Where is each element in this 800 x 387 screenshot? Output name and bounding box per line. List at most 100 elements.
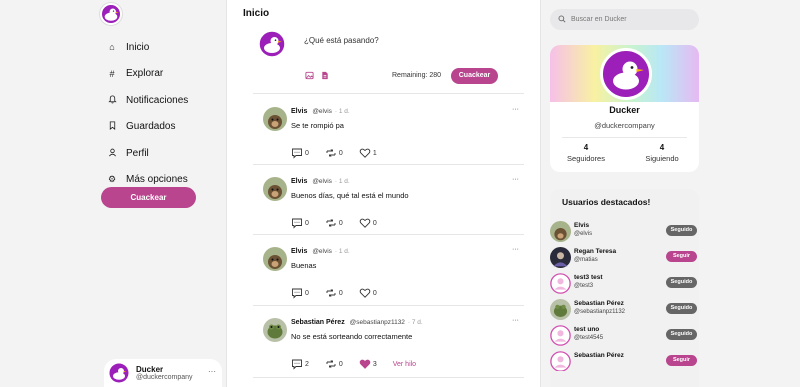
featured-user[interactable]: test3 test @test3 Seguido [550,271,699,297]
nav-item-guardados[interactable]: Guardados [106,114,188,141]
author-name[interactable]: Elvis [291,108,307,115]
repost-count: 0 [338,149,343,157]
follow-button[interactable]: Seguido [666,225,697,236]
post-button[interactable]: Cuackear [451,68,498,84]
author-handle[interactable]: @elvis [312,178,332,185]
featured-user[interactable]: Sebastian Pérez @sebastianpz1132 Seguido [550,297,699,323]
duck-icon [104,8,119,21]
nav-label: Inicio [126,41,150,53]
default-avatar [550,273,571,294]
following-label: Siguiendo [645,154,679,163]
avatar [550,247,571,268]
follow-button[interactable]: Seguir [666,355,697,366]
like-button[interactable]: 0 [359,217,377,229]
more-icon[interactable]: ··· [512,317,519,324]
comment-icon [292,359,302,370]
gear-icon: ⚙ [107,174,117,185]
compose-input[interactable]: ¿Qué está pasando? [304,36,379,45]
file-icon[interactable] [321,71,329,82]
view-thread-link[interactable]: Ver hilo [393,361,416,368]
repost-button[interactable]: 0 [325,147,343,159]
reply-button[interactable]: 0 [291,217,309,229]
repost-button[interactable]: 0 [325,217,343,229]
post-time: · 1 d. [334,108,350,115]
divider [253,93,524,94]
profile-name: Ducker [609,105,640,115]
reply-count: 0 [305,219,309,227]
default-avatar [550,351,571,371]
repost-icon [326,289,336,297]
post-header: Elvis @elvis · 1 d. [291,248,350,255]
image-icon[interactable] [305,71,314,82]
author-name[interactable]: Elvis [291,248,307,255]
follow-button[interactable]: Seguido [666,329,697,340]
reply-button[interactable]: 0 [291,147,309,159]
author-name[interactable]: Elvis [291,178,307,185]
reply-button[interactable]: 0 [291,287,309,299]
repost-button[interactable]: 0 [325,358,343,370]
feed: Inicio ¿Qué está pasando? Remaining: 280… [226,0,541,387]
ducker-logo[interactable] [100,3,122,25]
following-stat[interactable]: 4 Siguiendo [632,143,692,163]
like-button[interactable]: 1 [359,147,377,159]
left-sidebar: ⌂ Inicio # Explorar Notificaciones Guard… [0,0,226,387]
featured-user[interactable]: Regan Teresa @matias Seguir [550,245,699,271]
reply-button[interactable]: 2 [291,358,309,370]
featured-user[interactable]: Sebastian Pérez Seguir [550,349,699,371]
heart-filled-icon [359,359,371,369]
post-item[interactable]: Sebastian Pérez @sebastianpz1132 · 7 d. … [263,315,525,377]
user-name: test3 test [574,274,603,281]
author-name[interactable]: Sebastian Pérez [291,319,345,326]
nav-item-notificaciones[interactable]: Notificaciones [106,87,188,114]
nav-label: Más opciones [126,174,188,186]
post-item[interactable]: Elvis @elvis · 1 d. ··· Se te rompió pa … [263,104,525,166]
avatar [108,362,130,384]
more-icon[interactable]: ··· [512,176,519,183]
follow-button[interactable]: Seguido [666,277,697,288]
nav-item-explorar[interactable]: # Explorar [106,61,188,88]
char-counter: Remaining: 280 [392,72,442,79]
comment-icon [292,288,302,299]
default-avatar [550,325,571,346]
avatar [263,318,287,342]
divider [562,137,687,138]
nav-label: Guardados [126,121,176,133]
account-switcher[interactable]: Ducker @duckercompany ··· [104,359,222,387]
featured-user[interactable]: Elvis @elvis Seguido [550,219,699,245]
nav-item-perfil[interactable]: Perfil [106,140,188,167]
follow-button[interactable]: Seguido [666,303,697,314]
user-name: Regan Teresa [574,248,617,255]
like-count: 0 [372,219,377,227]
more-icon[interactable]: ··· [512,106,519,113]
user-name: test uno [574,326,600,333]
profile-card[interactable]: Ducker @duckercompany 4 Seguidores 4 Sig… [550,45,699,172]
like-count: 1 [372,149,377,157]
post-item[interactable]: Elvis @elvis · 1 d. ··· Buenos días, qué… [263,174,525,236]
author-handle[interactable]: @elvis [312,248,332,255]
user-handle: @sebastianpz1132 [574,309,626,315]
repost-icon [326,149,336,157]
cuackear-button[interactable]: Cuackear [101,187,196,208]
nav-item-inicio[interactable]: ⌂ Inicio [106,34,188,61]
featured-users: Usuarios destacados! Elvis @elvis Seguid… [550,189,699,387]
like-button[interactable]: 3 [359,358,377,370]
reply-count: 2 [305,360,309,368]
post-item[interactable]: Elvis @elvis · 1 d. ··· Buenas 0 0 0 [263,244,525,306]
post-actions: 2 0 3 Ver hilo [291,358,416,370]
like-button[interactable]: 0 [359,287,377,299]
home-icon: ⌂ [109,42,115,53]
user-handle: @elvis [574,231,593,237]
more-icon[interactable]: ··· [512,246,519,253]
author-handle[interactable]: @elvis [312,108,332,115]
search-input[interactable]: Buscar en Ducker [550,9,699,30]
more-icon[interactable]: ··· [208,367,216,376]
repost-button[interactable]: 0 [325,287,343,299]
follow-button[interactable]: Seguir [666,251,697,262]
author-handle[interactable]: @sebastianpz1132 [350,319,405,326]
post-header: Sebastian Pérez @sebastianpz1132 · 7 d. [291,319,423,326]
featured-user[interactable]: test uno @test4545 Seguido [550,323,699,349]
comment-icon [292,148,302,159]
right-sidebar: Buscar en Ducker Ducker @duckercompany 4… [542,0,800,387]
followers-stat[interactable]: 4 Seguidores [556,143,616,163]
post-actions: 0 0 0 [291,287,393,299]
